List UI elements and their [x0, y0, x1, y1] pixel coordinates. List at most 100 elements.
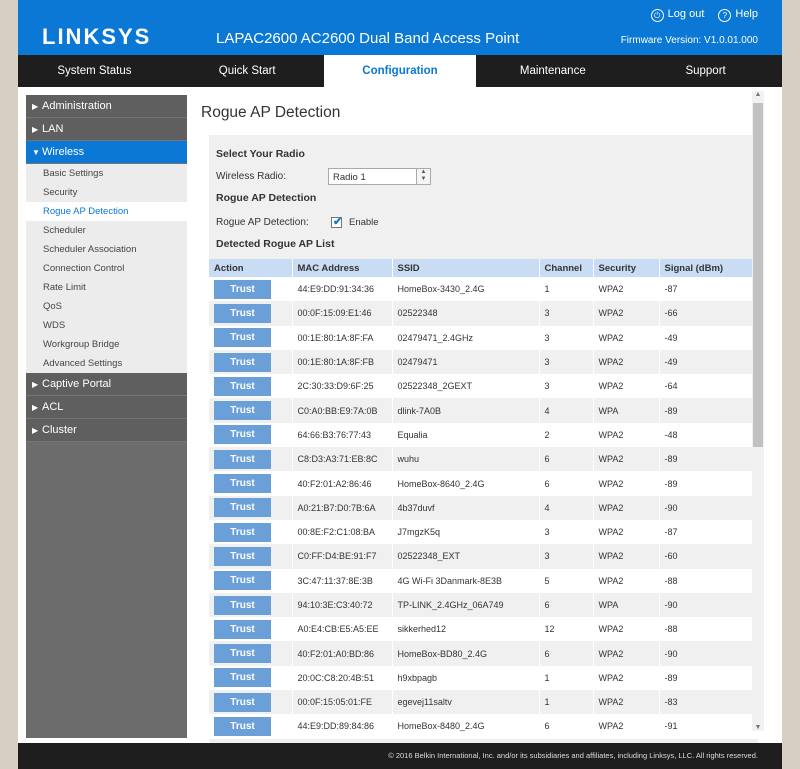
trust-button[interactable]: Trust	[214, 668, 271, 688]
sidebar-item-lan[interactable]: ▶ LAN	[26, 118, 187, 141]
tab-maintenance[interactable]: Maintenance	[476, 55, 629, 87]
trust-button[interactable]: Trust	[214, 571, 271, 591]
channel-cell: 3	[539, 374, 594, 399]
signal-cell: -89	[659, 447, 759, 472]
signal-cell: -87	[659, 277, 759, 302]
sidebar-item-rogue-ap-detection[interactable]: Rogue AP Detection	[26, 202, 187, 221]
trust-button[interactable]: Trust	[214, 595, 271, 615]
sidebar-item-advanced-settings[interactable]: Advanced Settings	[26, 354, 187, 373]
trust-button[interactable]: Trust	[214, 376, 271, 396]
sidebar-item-qos[interactable]: QoS	[26, 297, 187, 316]
security-cell: WPA2	[593, 690, 660, 715]
trust-button[interactable]: Trust	[214, 546, 271, 566]
trust-button[interactable]: Trust	[214, 352, 271, 372]
table-row: Trust 00:0F:15:09:E1:46 02522348 3 WPA2 -66	[209, 301, 759, 326]
wireless-radio-label: Wireless Radio:	[216, 171, 287, 182]
column-header-security: Security	[593, 259, 660, 277]
sidebar-item-security[interactable]: Security	[26, 183, 187, 202]
help-link[interactable]: ? Help	[718, 8, 758, 22]
sidebar-item-wireless[interactable]: ▼ Wireless	[26, 141, 187, 164]
sidebar-item-basic-settings[interactable]: Basic Settings	[26, 164, 187, 183]
channel-cell: 1	[539, 665, 594, 691]
action-cell: Trust	[209, 301, 293, 326]
trust-button[interactable]: Trust	[214, 449, 271, 469]
tab-quick-start[interactable]: Quick Start	[171, 55, 324, 87]
ssid-cell: 4b37duvf	[392, 495, 540, 520]
firmware-version: Firmware Version: V1.0.01.000	[620, 35, 758, 46]
mac-address-cell: 2C:30:33:D9:6F:25	[292, 374, 393, 399]
action-cell: Trust	[209, 714, 293, 739]
sidebar-item-connection-control[interactable]: Connection Control	[26, 259, 187, 278]
vertical-scrollbar[interactable]: ▲ ▼	[752, 91, 764, 731]
channel-cell: 4	[539, 398, 594, 423]
sidebar-item-scheduler-association[interactable]: Scheduler Association	[26, 240, 187, 259]
table-row: Trust 00:8E:F2:C1:08:BA J7mgzK5q 3 WPA2 -87	[209, 519, 759, 545]
caret-right-icon: ▶	[32, 426, 39, 435]
security-cell: WPA2	[593, 714, 660, 739]
trust-button[interactable]: Trust	[214, 401, 271, 421]
sidebar-item-administration[interactable]: ▶ Administration	[26, 95, 187, 118]
main-panel: Rogue AP Detection Select Your Radio Wir…	[195, 87, 767, 743]
trust-button[interactable]: Trust	[214, 692, 271, 712]
channel-cell: 5	[539, 568, 594, 593]
channel-cell: 3	[539, 349, 594, 375]
ssid-cell: 02522348_2GEXT	[392, 374, 540, 399]
mac-address-cell: 00:0F:15:05:01:FE	[292, 690, 393, 715]
mac-address-cell: 44:E9:DD:89:84:86	[292, 714, 393, 739]
signal-cell: -60	[659, 544, 759, 569]
channel-cell: 1	[539, 690, 594, 715]
signal-cell: -64	[659, 374, 759, 399]
ssid-cell: 02479471	[392, 349, 540, 375]
sidebar-group-label: Captive Portal	[42, 378, 112, 390]
security-cell: WPA2	[593, 519, 660, 545]
ssid-cell: HomeBox-3430_2.4G	[392, 277, 540, 302]
trust-button[interactable]: Trust	[214, 425, 271, 445]
trust-button[interactable]: Trust	[214, 303, 271, 323]
sidebar-item-cluster[interactable]: ▶ Cluster	[26, 419, 187, 442]
action-cell: Trust	[209, 544, 293, 569]
scroll-up-icon[interactable]: ▲	[752, 91, 764, 98]
trust-button[interactable]: Trust	[214, 498, 271, 518]
tab-support[interactable]: Support	[629, 55, 782, 87]
trust-button[interactable]: Trust	[214, 619, 271, 639]
mac-address-cell: A0:E4:CB:E5:A5:EE	[292, 617, 393, 642]
table-row: Trust 40:F2:01:A0:BD:86 HomeBox-BD80_2.4G 6…	[209, 641, 759, 666]
scroll-down-icon[interactable]: ▼	[752, 724, 764, 731]
footer-copyright: © 2016 Belkin International, Inc. and/or…	[18, 743, 782, 769]
mac-address-cell: C0:A0:BB:E9:7A:0B	[292, 398, 393, 423]
signal-cell: -89	[659, 665, 759, 691]
trust-button[interactable]: Trust	[214, 522, 271, 542]
sidebar-item-acl[interactable]: ▶ ACL	[26, 396, 187, 419]
sidebar-item-workgroup-bridge[interactable]: Workgroup Bridge	[26, 335, 187, 354]
table-row: Trust 00:1E:80:1A:8F:FB 02479471 3 WPA2 -49	[209, 349, 759, 375]
sidebar-item-wds[interactable]: WDS	[26, 316, 187, 335]
sidebar-item-rate-limit[interactable]: Rate Limit	[26, 278, 187, 297]
ssid-cell: 02479471_2.4GHz	[392, 325, 540, 350]
sidebar-item-scheduler[interactable]: Scheduler	[26, 221, 187, 240]
security-cell: WPA	[593, 398, 660, 423]
trust-button[interactable]: Trust	[214, 328, 271, 348]
trust-button[interactable]: Trust	[214, 279, 271, 299]
trust-button[interactable]: Trust	[214, 644, 271, 664]
enable-checkbox[interactable]: ✔	[331, 216, 342, 228]
security-cell: WPA2	[593, 325, 660, 350]
table-row: Trust 00:1E:80:1A:8F:FA 02479471_2.4GHz 3 WP…	[209, 325, 759, 350]
trust-button[interactable]: Trust	[214, 716, 271, 736]
sidebar-item-captive-portal[interactable]: ▶ Captive Portal	[26, 373, 187, 396]
mac-address-cell: C0:FF:D4:BE:91:F7	[292, 544, 393, 569]
scrollbar-thumb[interactable]	[753, 103, 763, 447]
signal-cell: -48	[659, 422, 759, 448]
signal-cell: -90	[659, 592, 759, 618]
signal-cell: -66	[659, 301, 759, 326]
tab-system-status[interactable]: System Status	[18, 55, 171, 87]
trust-button[interactable]: Trust	[214, 474, 271, 494]
tab-configuration[interactable]: Configuration	[323, 55, 477, 87]
channel-cell: 6	[539, 447, 594, 472]
mac-address-cell: C8:D3:A3:71:EB:8C	[292, 447, 393, 472]
mac-address-cell: 40:F2:01:A2:86:46	[292, 471, 393, 496]
logout-link[interactable]: ⏻ Log out	[650, 8, 705, 22]
wireless-radio-select[interactable]: Radio 1 ▲ ▼	[328, 168, 431, 185]
logout-label: Log out	[667, 8, 705, 20]
section-title-select-radio: Select Your Radio	[216, 148, 305, 160]
linksys-logo[interactable]: LINKSYS	[42, 24, 151, 50]
